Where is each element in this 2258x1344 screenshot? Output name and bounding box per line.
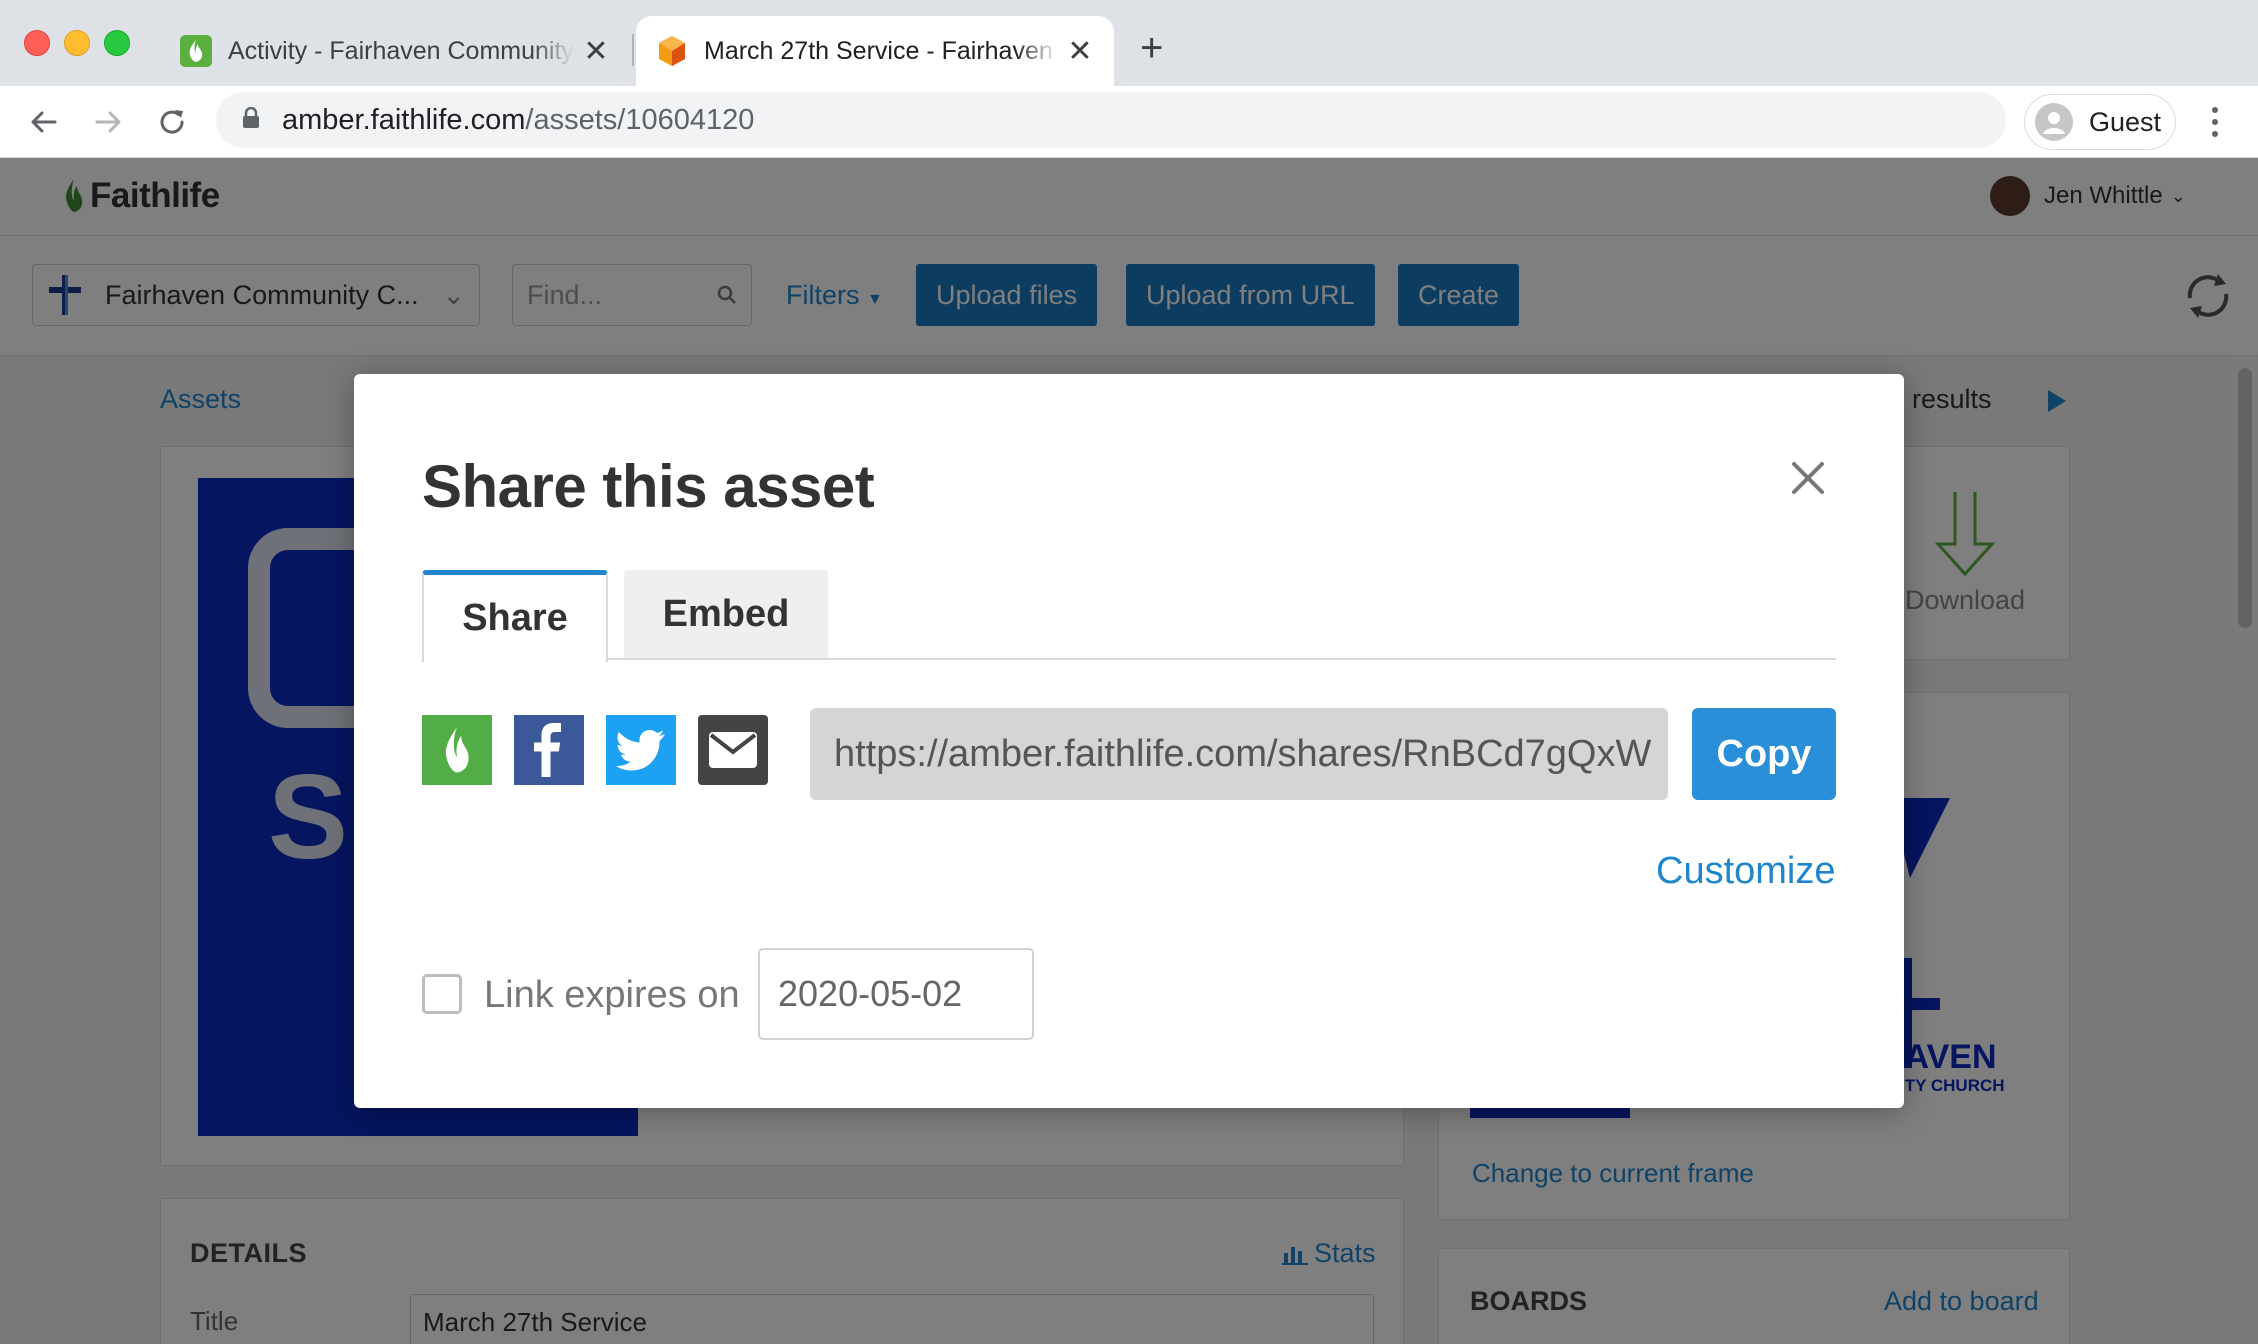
link-expires-label: Link expires on [484,974,740,1016]
twitter-share-icon[interactable] [606,715,676,785]
copy-button[interactable]: Copy [1692,708,1836,800]
new-tab-icon[interactable]: + [1140,26,1163,70]
tab-share[interactable]: Share [422,570,608,662]
tab-embed[interactable]: Embed [624,570,828,658]
tab-title: March 27th Service - Fairhaven Community… [704,36,1058,65]
forward-arrow-icon[interactable] [88,102,128,142]
tab-close-icon[interactable]: ✕ [1066,34,1094,69]
dialog-title: Share this asset [422,453,875,520]
browser-toolbar: amber.faithlife.com/assets/10604120 Gues… [0,86,2258,158]
close-icon[interactable] [1784,454,1832,502]
address-bar[interactable]: amber.faithlife.com/assets/10604120 [216,92,2006,148]
share-asset-dialog: Share this asset Share Embed https://amb… [354,374,1904,1108]
tab-separator [632,34,634,66]
tab-title: Activity - Fairhaven Community Church [228,36,574,65]
profile-label: Guest [2089,106,2162,137]
tabs-divider [422,658,1836,660]
browser-menu-icon[interactable] [2200,102,2230,142]
tab-close-icon[interactable]: ✕ [582,34,610,69]
expires-date-input[interactable]: 2020-05-02 [758,948,1034,1040]
email-share-icon[interactable] [698,715,768,785]
url-host: amber.faithlife.com [282,103,526,136]
faithlife-share-icon[interactable] [422,715,492,785]
window-close-button[interactable] [24,30,50,56]
lock-icon [242,104,260,137]
share-url-field[interactable]: https://amber.faithlife.com/shares/RnBCd… [810,708,1668,800]
browser-tab-bar: Activity - Fairhaven Community Church ✕ … [0,0,2258,86]
faithlife-favicon-icon [180,35,212,67]
profile-button[interactable]: Guest [2024,94,2176,150]
window-zoom-button[interactable] [104,30,130,56]
browser-tab-service[interactable]: March 27th Service - Fairhaven Community… [636,16,1114,86]
back-arrow-icon[interactable] [24,102,64,142]
reload-icon[interactable] [152,102,192,142]
customize-link[interactable]: Customize [1656,850,1836,893]
facebook-share-icon[interactable] [514,715,584,785]
link-expires-checkbox[interactable] [422,974,462,1014]
profile-avatar-icon [2035,103,2073,141]
browser-tab-activity[interactable]: Activity - Fairhaven Community Church ✕ [160,16,630,86]
url-path: /assets/10604120 [525,103,755,136]
amber-favicon-icon [656,35,688,67]
window-minimize-button[interactable] [64,30,90,56]
